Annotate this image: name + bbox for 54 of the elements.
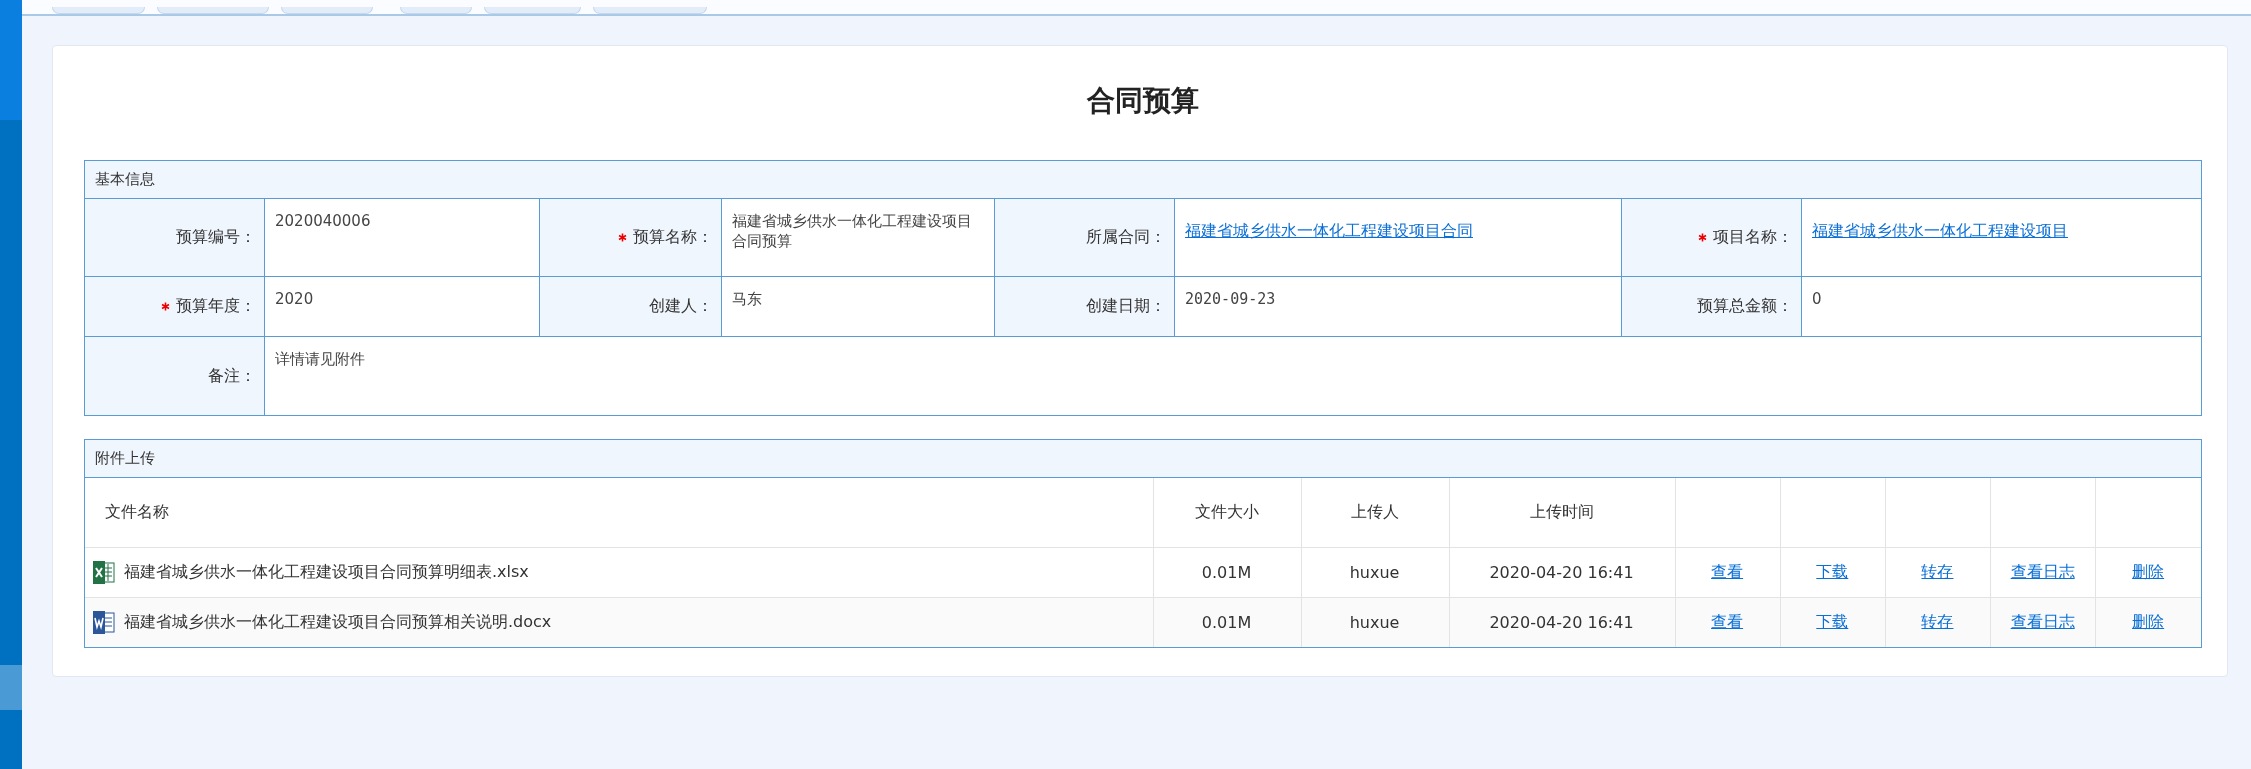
field-value: 2020-09-23 <box>1185 290 1276 308</box>
action-link[interactable]: 查看日志 <box>2010 562 2075 581</box>
upload-time: 2020-04-20 16:41 <box>1489 613 1634 632</box>
field-label: 所属合同： <box>995 199 1175 277</box>
toolbar-button[interactable] <box>52 7 145 14</box>
action-link[interactable]: 下载 <box>1816 562 1849 581</box>
required-asterisk-icon <box>1698 233 1707 242</box>
field-label: 备注： <box>85 337 265 415</box>
spreadsheet-file-icon <box>93 561 115 584</box>
required-asterisk-icon <box>618 233 627 242</box>
file-name: 福建省城乡供水一体化工程建设项目合同预算明细表.xlsx <box>124 562 529 583</box>
section-heading: 附件上传 <box>85 440 2201 478</box>
action-link[interactable]: 转存 <box>1921 612 1954 631</box>
field-link[interactable]: 福建省城乡供水一体化工程建设项目 <box>1812 221 2068 240</box>
field-link[interactable]: 福建省城乡供水一体化工程建设项目合同 <box>1185 221 1473 240</box>
field-value: 2020 <box>275 290 314 308</box>
field-label: 创建人： <box>540 277 722 337</box>
action-link[interactable]: 查看 <box>1711 562 1744 581</box>
field-label: 项目名称： <box>1622 199 1802 277</box>
field-value: 0 <box>1812 290 1822 308</box>
toolbar-button[interactable] <box>593 7 707 14</box>
required-asterisk-icon <box>161 302 170 311</box>
document-file-icon <box>93 611 115 634</box>
field-value: 福建省城乡供水一体化工程建设项目合同预算 <box>732 212 972 250</box>
action-link[interactable]: 删除 <box>2132 612 2165 631</box>
action-link[interactable]: 下载 <box>1816 612 1849 631</box>
toolbar-button[interactable] <box>157 7 269 14</box>
file-name: 福建省城乡供水一体化工程建设项目合同预算相关说明.docx <box>124 612 552 633</box>
column-header: 上传人 <box>1350 502 1399 521</box>
action-link[interactable]: 转存 <box>1921 562 1954 581</box>
column-header: 文件大小 <box>1194 502 1259 521</box>
action-link[interactable]: 查看 <box>1711 612 1744 631</box>
uploader-name: huxue <box>1349 563 1400 582</box>
file-size: 0.01M <box>1201 613 1252 632</box>
field-label: 预算编号： <box>85 199 265 277</box>
column-header: 文件名称 <box>105 502 169 521</box>
page-title: 合同预算 <box>1086 83 1200 119</box>
uploader-name: huxue <box>1349 613 1400 632</box>
field-label: 预算总金额： <box>1622 277 1802 337</box>
toolbar-button[interactable] <box>400 7 472 14</box>
action-link[interactable]: 查看日志 <box>2010 612 2075 631</box>
action-link[interactable]: 删除 <box>2132 562 2165 581</box>
section-heading: 基本信息 <box>85 161 2201 199</box>
upload-time: 2020-04-20 16:41 <box>1489 563 1634 582</box>
column-header: 上传时间 <box>1529 502 1594 521</box>
field-value: 马东 <box>732 290 762 308</box>
field-label: 创建日期： <box>995 277 1175 337</box>
file-size: 0.01M <box>1201 563 1252 582</box>
toolbar-button[interactable] <box>281 7 373 14</box>
field-label: 预算年度： <box>85 277 265 337</box>
field-value: 2020040006 <box>275 212 371 230</box>
field-value: 详情请见附件 <box>275 350 365 368</box>
field-label: 预算名称： <box>540 199 722 277</box>
toolbar-button[interactable] <box>484 7 581 14</box>
